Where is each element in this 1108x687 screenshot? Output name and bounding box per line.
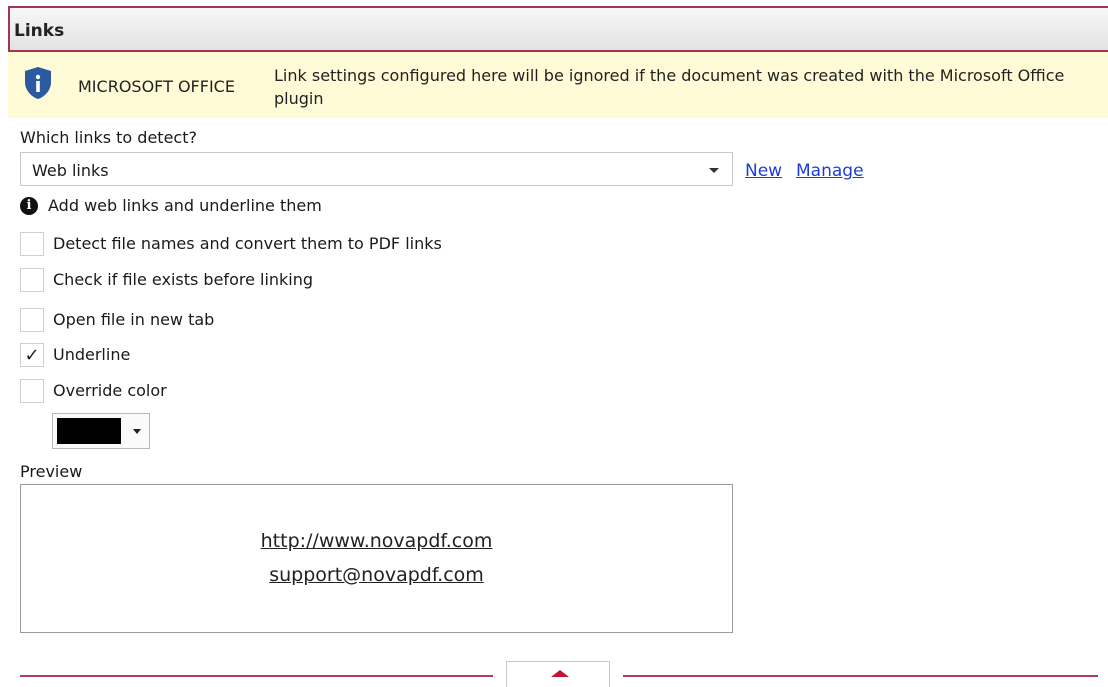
section-title: Links (14, 21, 65, 41)
notice-label: MICROSOFT OFFICE (78, 77, 235, 96)
notice-text: Link settings configured here will be ig… (274, 66, 1065, 108)
chevron-down-icon (709, 168, 719, 173)
checkbox-label: Underline (53, 345, 131, 364)
checkbox-label: Detect file names and convert them to PD… (53, 234, 442, 253)
checkbox[interactable] (20, 232, 44, 256)
checkbox-label: Override color (53, 381, 167, 400)
divider-right (623, 675, 1098, 677)
color-swatch (57, 418, 121, 444)
link-type-value: Web links (32, 161, 109, 180)
section-header: Links (8, 6, 1108, 52)
checkbox[interactable] (20, 308, 44, 332)
chevron-down-icon (133, 429, 141, 434)
info-icon: i (20, 197, 38, 215)
shield-icon (25, 67, 51, 99)
checkbox-label: Open file in new tab (53, 310, 215, 329)
checkbox-label: Check if file exists before linking (53, 270, 314, 289)
preview-label: Preview (20, 462, 83, 481)
color-picker[interactable] (52, 413, 150, 449)
detect-label: Which links to detect? (20, 128, 197, 147)
preview-link-web: http://www.novapdf.com (260, 530, 493, 552)
collapse-button[interactable] (506, 661, 610, 687)
checkbox[interactable] (20, 379, 44, 403)
info-text: Add web links and underline them (48, 196, 322, 215)
link-type-select[interactable]: Web links (20, 152, 733, 186)
preview-link-email: support@novapdf.com (269, 564, 484, 586)
divider-left (20, 675, 493, 677)
office-notice: MICROSOFT OFFICE Link settings configure… (8, 52, 1108, 118)
checkbox[interactable]: ✓ (20, 343, 44, 367)
new-link[interactable]: New (745, 161, 782, 181)
manage-link[interactable]: Manage (796, 161, 864, 181)
chevron-up-icon (551, 670, 569, 677)
preview-box: http://www.novapdf.com support@novapdf.c… (20, 484, 733, 633)
checkbox[interactable] (20, 268, 44, 292)
